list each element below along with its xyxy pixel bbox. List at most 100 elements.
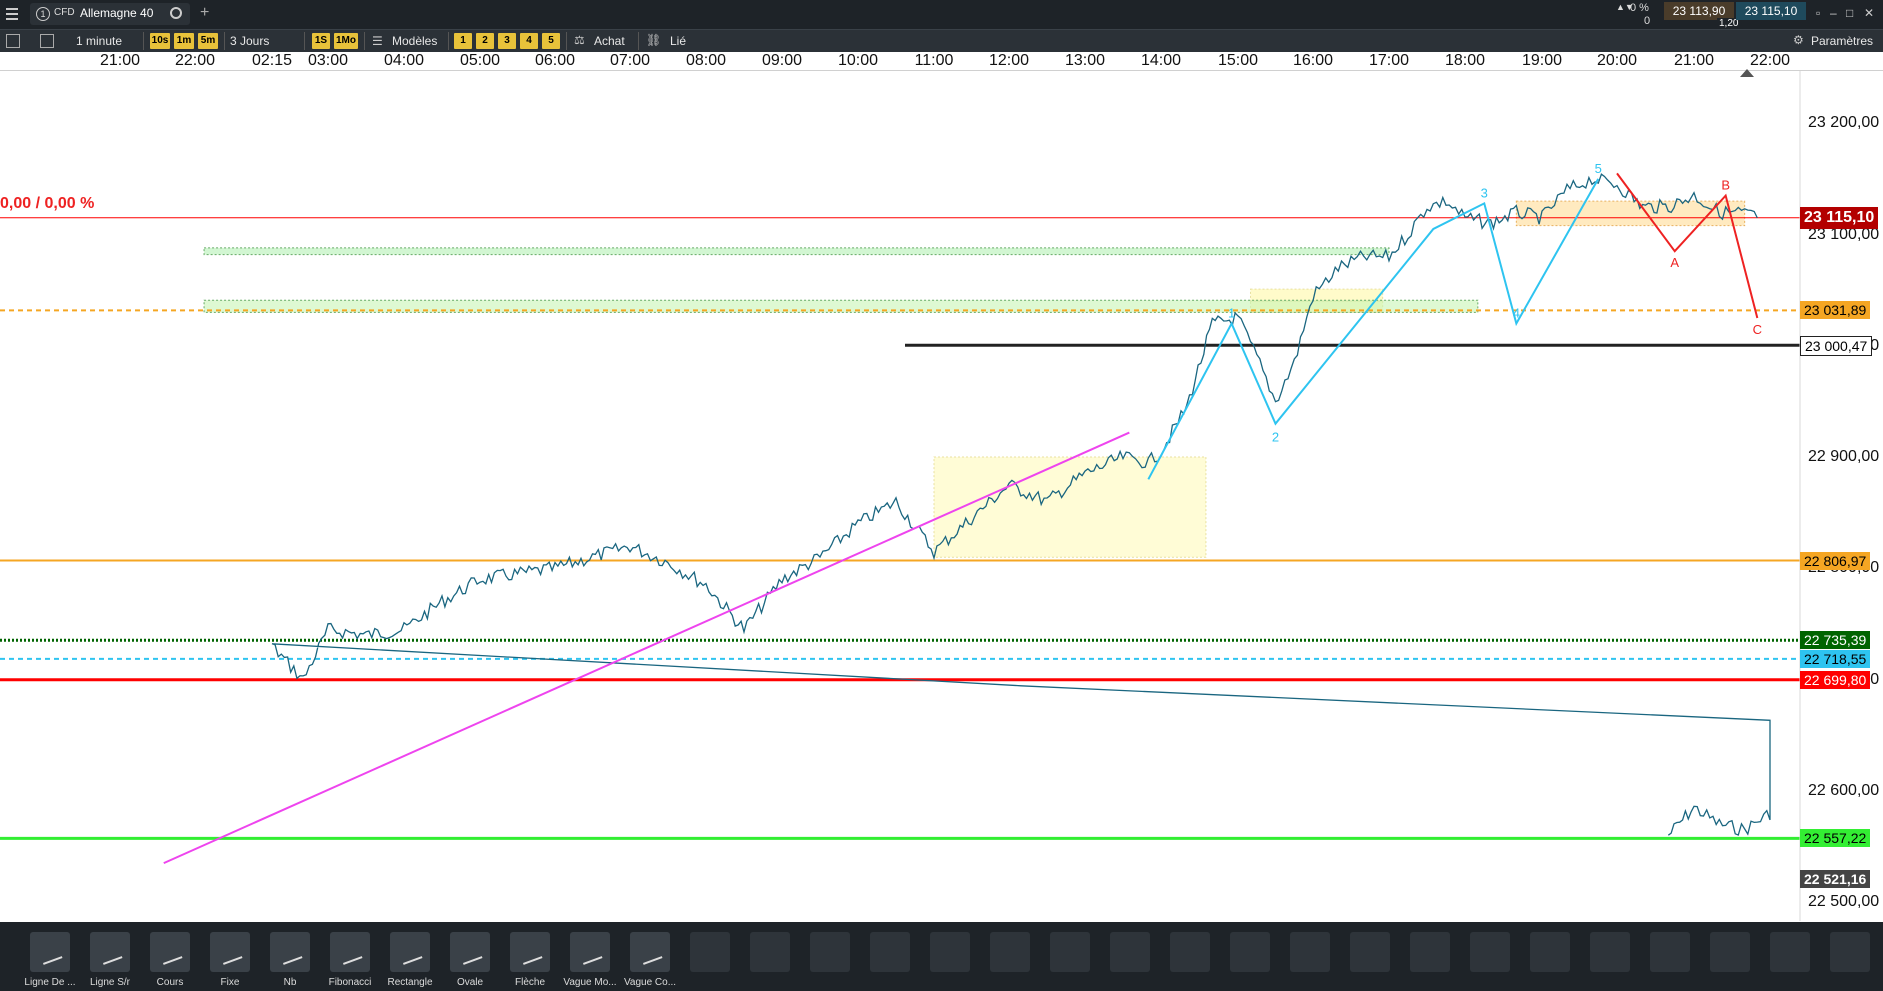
layout-4-button[interactable]: 4 xyxy=(520,33,538,49)
empty-tool-slot[interactable] xyxy=(750,932,790,972)
rectangle-tool-button[interactable] xyxy=(390,932,430,972)
zone-rectangle[interactable] xyxy=(933,456,1207,558)
time-tick-label: 02:15 xyxy=(251,52,293,69)
trendline[interactable] xyxy=(163,431,1130,865)
minimize-icon[interactable]: – xyxy=(1830,6,1837,20)
fibonacci-tool-button[interactable] xyxy=(330,932,370,972)
empty-tool-slot[interactable] xyxy=(1590,932,1630,972)
level-price-tag: 22 735,39 xyxy=(1800,631,1871,650)
wave-label: 5 xyxy=(1595,161,1602,176)
zone-rectangle[interactable] xyxy=(1250,288,1384,302)
empty-tool-slot[interactable] xyxy=(1770,932,1810,972)
empty-tool-slot[interactable] xyxy=(1410,932,1450,972)
zone-rectangle[interactable] xyxy=(203,247,1390,256)
maximize-icon[interactable]: □ xyxy=(1846,6,1853,20)
empty-tool-slot[interactable] xyxy=(930,932,970,972)
level-price-tag: 23 031,89 xyxy=(1800,301,1871,320)
empty-tool-slot[interactable] xyxy=(690,932,730,972)
wave-label: 2 xyxy=(1272,430,1279,445)
wave-label: 4 xyxy=(1513,306,1520,321)
linked-button[interactable]: Lié xyxy=(670,30,686,52)
toolbar-separator xyxy=(566,32,567,50)
toolbar-separator xyxy=(364,32,365,50)
empty-tool-slot[interactable] xyxy=(810,932,850,972)
buy-price-button[interactable]: 23 115,10 xyxy=(1736,2,1806,20)
layout-5-button[interactable]: 5 xyxy=(542,33,560,49)
empty-tool-slot[interactable] xyxy=(1650,932,1690,972)
time-tick-label: 08:00 xyxy=(685,52,727,69)
close-icon[interactable]: ✕ xyxy=(1864,6,1874,20)
motive-wave-icon xyxy=(577,941,603,965)
settings-button[interactable]: Paramètres xyxy=(1811,30,1873,52)
motive-wave-tool-button[interactable] xyxy=(570,932,610,972)
price-tick-label: 22 500,00 xyxy=(1808,893,1880,911)
templates-button[interactable]: Modèles xyxy=(392,30,437,52)
templates-icon: ☰ xyxy=(372,34,383,48)
toolbar-separator xyxy=(304,32,305,50)
oval-tool-button[interactable] xyxy=(450,932,490,972)
layout-2-button[interactable]: 2 xyxy=(476,33,494,49)
layout-3-button[interactable]: 3 xyxy=(498,33,516,49)
empty-tool-slot[interactable] xyxy=(870,932,910,972)
empty-tool-slot[interactable] xyxy=(1830,932,1870,972)
grid-icon[interactable] xyxy=(40,34,54,48)
toolbar-separator xyxy=(143,32,144,50)
time-tick-label: 12:00 xyxy=(988,52,1030,69)
corrective-wave-tool-button[interactable] xyxy=(630,932,670,972)
period-1s-button[interactable]: 1S xyxy=(312,33,330,49)
scroll-home-icon[interactable] xyxy=(1740,69,1754,77)
tool-label: Vague Mo... xyxy=(563,977,617,988)
time-tick-label: 09:00 xyxy=(761,52,803,69)
empty-tool-slot[interactable] xyxy=(1170,932,1210,972)
lock-icon[interactable]: ▫ xyxy=(1816,6,1820,20)
vertical-line-tool-button[interactable] xyxy=(210,932,250,972)
add-tab-icon[interactable]: + xyxy=(200,4,209,22)
time-tick-label: 20:00 xyxy=(1596,52,1638,69)
level-price-tag: 22 718,55 xyxy=(1800,649,1871,668)
empty-tool-slot[interactable] xyxy=(1710,932,1750,972)
drawing-toolbar: Ligne De ... Ligne S/r Cours Fixe Nb Fibonacc… xyxy=(0,922,1883,991)
interval-1m-button[interactable]: 1m xyxy=(174,33,194,49)
support-resistance-tool-button[interactable] xyxy=(90,932,130,972)
instrument-number: 1 xyxy=(36,7,50,21)
period-1mo-button[interactable]: 1Mo xyxy=(334,33,358,49)
empty-tool-slot[interactable] xyxy=(1110,932,1150,972)
instrument-tab[interactable]: 1 CFD Allemagne 40 xyxy=(30,3,190,25)
time-tick-label: 21:00 xyxy=(99,52,141,69)
empty-tool-slot[interactable] xyxy=(1470,932,1510,972)
interval-10s-button[interactable]: 10s xyxy=(150,33,170,49)
pnl-label: 0,00 / 0,00 % xyxy=(0,195,95,212)
toolbar-separator xyxy=(638,32,639,50)
time-tick-label: 04:00 xyxy=(383,52,425,69)
time-tick-label: 21:00 xyxy=(1673,52,1715,69)
wave-label: A xyxy=(1670,255,1679,270)
timeframe-select[interactable]: 1 minute xyxy=(76,30,122,52)
text-note-tool-button[interactable] xyxy=(270,932,310,972)
buy-button[interactable]: Achat xyxy=(594,30,625,52)
wave-label: C xyxy=(1753,322,1762,337)
empty-tool-slot[interactable] xyxy=(1530,932,1570,972)
price-level-tool-button[interactable] xyxy=(150,932,190,972)
corrective-abc-wave[interactable] xyxy=(1616,172,1759,319)
time-tick-label: 22:00 xyxy=(174,52,216,69)
tool-label: Cours xyxy=(156,977,184,988)
empty-tool-slot[interactable] xyxy=(1350,932,1390,972)
hamburger-icon[interactable] xyxy=(6,8,18,20)
empty-tool-slot[interactable] xyxy=(1230,932,1270,972)
empty-tool-slot[interactable] xyxy=(990,932,1030,972)
empty-tool-slot[interactable] xyxy=(1290,932,1330,972)
toolbar-separator xyxy=(224,32,225,50)
interval-5m-button[interactable]: 5m xyxy=(198,33,218,49)
tool-label: Nb xyxy=(283,977,297,988)
time-tick-label: 19:00 xyxy=(1521,52,1563,69)
price-chart[interactable]: 1 2 3 4 5 A B C xyxy=(0,71,1883,921)
toolbar-separator xyxy=(448,32,449,50)
layout-1-button[interactable]: 1 xyxy=(454,33,472,49)
empty-tool-slot[interactable] xyxy=(1050,932,1090,972)
trend-line-tool-button[interactable] xyxy=(30,932,70,972)
time-tick-label: 14:00 xyxy=(1140,52,1182,69)
arrow-tool-button[interactable] xyxy=(510,932,550,972)
search-icon[interactable] xyxy=(170,7,182,19)
period-select[interactable]: 3 Jours xyxy=(230,30,269,52)
list-icon[interactable] xyxy=(6,34,20,48)
